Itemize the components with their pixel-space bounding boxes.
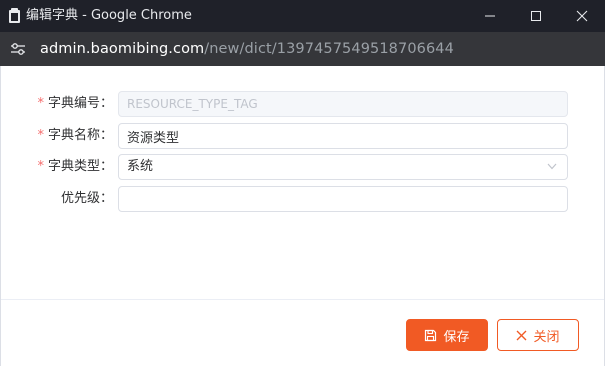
maximize-icon: [531, 11, 541, 21]
maximize-button[interactable]: [513, 0, 559, 32]
window-title: 编辑字典 - Google Chrome: [26, 8, 192, 23]
window-titlebar: 编辑字典 - Google Chrome: [0, 0, 605, 32]
save-button[interactable]: 保存: [406, 319, 488, 351]
close-window-button[interactable]: [559, 0, 605, 32]
form-row-dict-code: * 字典编号：: [1, 91, 605, 117]
dict-code-field: [118, 91, 568, 117]
url-text[interactable]: admin.baomibing.com/new/dict/13974575495…: [40, 40, 454, 58]
form-row-dict-type: * 字典类型： 系统: [1, 154, 605, 180]
app-icon: [9, 8, 20, 23]
minimize-icon: [485, 15, 495, 17]
save-icon: [425, 329, 437, 341]
dict-name-input[interactable]: [119, 124, 567, 148]
close-icon: [517, 330, 527, 340]
url-path: /new/dict/1397457549518706644: [204, 41, 454, 57]
chevron-down-icon: [547, 163, 557, 170]
site-info-icon[interactable]: [10, 41, 26, 57]
close-label: 关闭: [533, 329, 560, 345]
save-label: 保存: [443, 329, 470, 345]
dict-name-label: * 字典名称：: [37, 128, 113, 143]
address-bar[interactable]: admin.baomibing.com/new/dict/13974575495…: [0, 32, 605, 66]
dict-name-field[interactable]: [118, 123, 568, 149]
required-mark: *: [37, 128, 44, 143]
dialog-content: *字典编号： *字典名称： *字典类型： 系统 优先级：: [0, 66, 605, 366]
dict-type-label: * 字典类型：: [37, 159, 113, 174]
priority-label: 优先级：: [60, 191, 113, 206]
close-icon: [576, 10, 588, 22]
minimize-button[interactable]: [467, 0, 513, 32]
dict-type-select[interactable]: 系统: [118, 154, 568, 180]
required-mark: *: [37, 96, 44, 111]
dict-type-selected-value: 系统: [127, 159, 154, 174]
footer-divider: [1, 299, 604, 300]
priority-field[interactable]: [118, 186, 568, 212]
dict-code-label: * 字典编号：: [37, 96, 113, 111]
priority-input[interactable]: [119, 187, 567, 211]
form-row-dict-name: * 字典名称：: [1, 123, 605, 149]
form-row-priority: 优先级：: [1, 186, 605, 212]
required-mark: *: [37, 159, 44, 174]
close-button[interactable]: 关闭: [497, 319, 579, 351]
url-host: admin.baomibing.com: [40, 41, 205, 57]
dict-code-input: [119, 92, 567, 116]
